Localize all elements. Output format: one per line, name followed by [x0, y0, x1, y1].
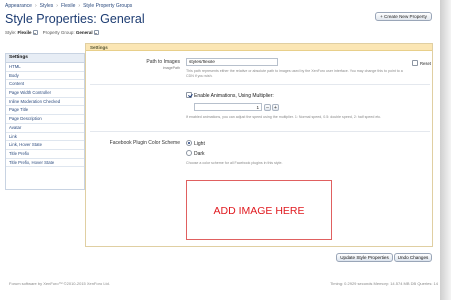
- breadcrumb-separator: ›: [34, 3, 37, 9]
- style-selector-row: Style: Flexile Property Group: General: [5, 30, 99, 36]
- sidebar-item-inline-moderation-checked[interactable]: Inline Moderation Checked: [6, 98, 84, 107]
- sidebar-item-avatar[interactable]: Avatar: [6, 124, 84, 133]
- facebook-light-label: Light: [194, 140, 205, 147]
- sidebar-item-page-width-controller[interactable]: Page Width Controller: [6, 89, 84, 98]
- create-new-property-button[interactable]: + Create New Property: [375, 12, 432, 21]
- settings-panel: Settings Path to Images imagePath Reset …: [85, 43, 433, 247]
- breadcrumb-item-appearance[interactable]: Appearance: [5, 3, 32, 9]
- reset-checkbox[interactable]: [412, 60, 418, 66]
- page-shadow: [440, 0, 451, 300]
- path-to-images-label: Path to Images: [146, 59, 180, 65]
- facebook-dark-radio[interactable]: [186, 150, 192, 156]
- style-dropdown-icon[interactable]: [32, 30, 38, 36]
- sidebar-item-content[interactable]: Content: [6, 80, 84, 90]
- enable-animations-label: Enable Animations, Using Multiplier:: [194, 92, 274, 99]
- divider: [90, 131, 430, 132]
- multiplier-decrement-button[interactable]: –: [264, 103, 271, 111]
- sidebar-header[interactable]: Settings: [6, 54, 84, 63]
- multiplier-increment-button[interactable]: +: [272, 103, 279, 111]
- style-label: Style:: [5, 30, 17, 35]
- breadcrumb-separator: ›: [56, 3, 58, 9]
- property-group-value[interactable]: General: [76, 30, 93, 35]
- breadcrumb-item-styles[interactable]: Styles: [40, 3, 54, 9]
- sidebar-item-body[interactable]: Body: [6, 72, 84, 81]
- breadcrumb-item-flexile[interactable]: Flexile: [61, 3, 75, 9]
- animations-hint: If enabled animations, you can adjust th…: [186, 115, 382, 119]
- path-to-images-sublabel: imagePath: [162, 65, 180, 70]
- breadcrumb-separator: ›: [78, 3, 81, 9]
- facebook-hint: Choose a color scheme for all Facebook p…: [186, 161, 283, 165]
- page: Appearance › Styles › Flexile › Style Property…: [0, 0, 440, 300]
- sidebar-item-link-hover-state[interactable]: Link, Hover State: [6, 141, 84, 150]
- divider: [90, 84, 430, 85]
- facebook-light-radio[interactable]: [186, 140, 192, 146]
- breadcrumb: Appearance › Styles › Flexile › Style Property…: [5, 3, 132, 9]
- sidebar-item-title-prefix[interactable]: Title Prefix: [6, 150, 84, 159]
- path-to-images-input[interactable]: [186, 58, 278, 66]
- update-style-properties-button[interactable]: Update Style Properties: [336, 253, 393, 262]
- sidebar-item-html[interactable]: HTML: [6, 63, 84, 72]
- path-to-images-hint: This path represents either the relative…: [186, 69, 403, 78]
- property-sidebar: Settings HTML Body Content Page Width Co…: [5, 53, 85, 190]
- sidebar-item-link[interactable]: Link: [6, 133, 84, 142]
- facebook-dark-label: Dark: [194, 150, 205, 157]
- breadcrumb-item-style-property-groups[interactable]: Style Property Groups: [83, 3, 132, 9]
- style-value[interactable]: Flexile: [18, 30, 32, 35]
- sidebar-item-page-description[interactable]: Page Description: [6, 115, 84, 124]
- sidebar-item-page-title[interactable]: Page Title: [6, 106, 84, 116]
- footer-copyright[interactable]: Forum software by XenForo™ ©2010-2015 Xe…: [9, 281, 110, 286]
- reset-label: Reset: [420, 61, 431, 66]
- property-group-label: Property Group:: [42, 30, 75, 35]
- image-placeholder: ADD IMAGE HERE: [186, 180, 332, 240]
- multiplier-input[interactable]: 1: [194, 103, 262, 111]
- footer-debug-info: Timing: 0.2929 seconds Memory: 14.574 MB…: [330, 281, 438, 286]
- facebook-color-scheme-label: Facebook Plugin Color Scheme: [109, 140, 180, 146]
- page-title: Style Properties: General: [5, 12, 145, 26]
- enable-animations-checkbox[interactable]: [186, 92, 192, 98]
- undo-changes-button[interactable]: Undo Changes: [394, 253, 432, 262]
- image-placeholder-text: ADD IMAGE HERE: [213, 205, 305, 217]
- sidebar-item-title-prefix-hover-state[interactable]: Title Prefix, Hover State: [6, 159, 84, 168]
- property-group-dropdown-icon[interactable]: [93, 30, 99, 36]
- panel-header: Settings: [86, 44, 432, 51]
